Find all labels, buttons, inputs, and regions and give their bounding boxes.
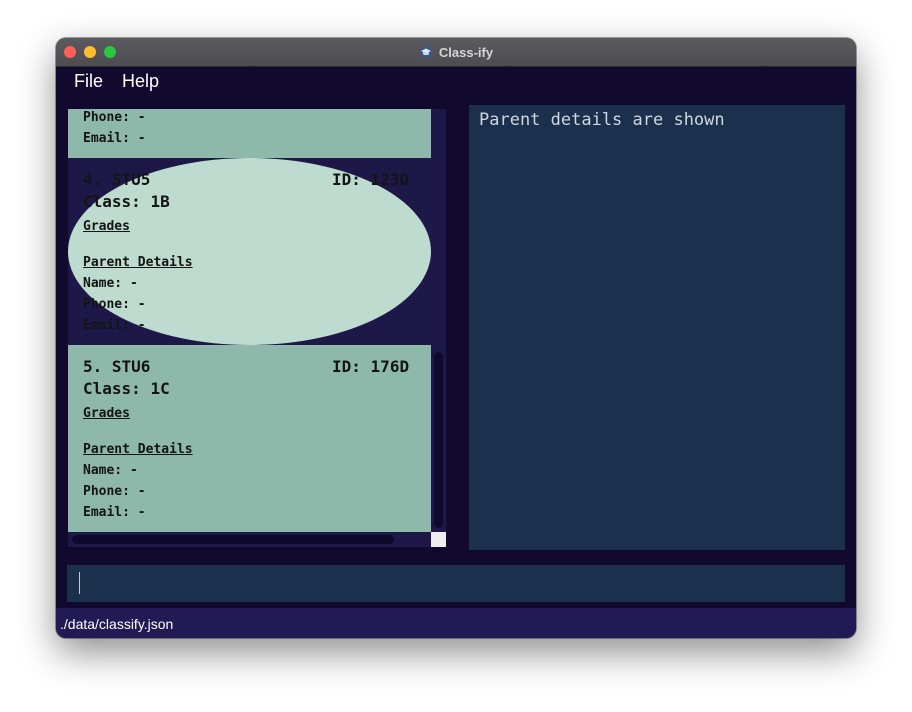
student-card[interactable]: 4. STU5 ID: 123D Class: 1B Grades Parent… — [68, 158, 431, 345]
student-class: Class: 1B — [83, 192, 170, 211]
student-card[interactable]: 5. STU6 ID: 176D Class: 1C Grades Parent… — [68, 345, 431, 532]
parent-details-heading: Parent Details — [83, 255, 193, 270]
grades-heading: Grades — [83, 219, 130, 234]
command-input[interactable] — [67, 565, 845, 602]
parent-email: Email: - — [83, 131, 146, 146]
parent-email: Email: - — [83, 318, 146, 333]
student-name: 4. STU5 — [83, 170, 151, 189]
window-title: Class-ify — [438, 44, 494, 60]
result-text: Parent details are shown — [479, 110, 725, 130]
status-bar: ./data/classify.json — [56, 608, 856, 638]
menu-help[interactable]: Help — [122, 71, 159, 92]
title-bar[interactable]: Class-ify — [56, 38, 856, 67]
student-class: Class: 1C — [83, 379, 170, 398]
text-cursor — [79, 572, 80, 594]
horizontal-scroll-thumb[interactable] — [72, 535, 394, 544]
vertical-scrollbar[interactable] — [431, 109, 446, 532]
parent-phone: Phone: - — [83, 484, 146, 499]
parent-phone: Phone: - — [83, 297, 146, 312]
parent-name: Name: - — [83, 463, 138, 478]
scrollbar-corner — [431, 532, 446, 547]
student-id: ID: 176D — [332, 357, 410, 376]
student-name: 5. STU6 — [83, 357, 151, 376]
student-list[interactable]: Phone: - Email: - 4. STU5 ID: 123D Class… — [68, 109, 446, 547]
vertical-scroll-thumb[interactable] — [434, 352, 443, 528]
app-window: Class-ify File Help Phone: - Email: - 4.… — [56, 38, 856, 638]
student-id: ID: 123D — [332, 170, 410, 189]
menu-file[interactable]: File — [74, 71, 103, 92]
parent-email: Email: - — [83, 505, 146, 520]
parent-phone: Phone: - — [83, 110, 146, 125]
horizontal-scrollbar[interactable] — [68, 532, 431, 547]
grades-heading: Grades — [83, 406, 130, 421]
parent-name: Name: - — [83, 276, 138, 291]
parent-details-heading: Parent Details — [83, 442, 193, 457]
data-file-path: ./data/classify.json — [60, 616, 174, 632]
student-card[interactable]: Phone: - Email: - — [68, 109, 431, 158]
result-display: Parent details are shown — [469, 105, 845, 550]
graduation-cap-icon — [419, 45, 433, 59]
menu-bar: File Help — [56, 67, 856, 99]
